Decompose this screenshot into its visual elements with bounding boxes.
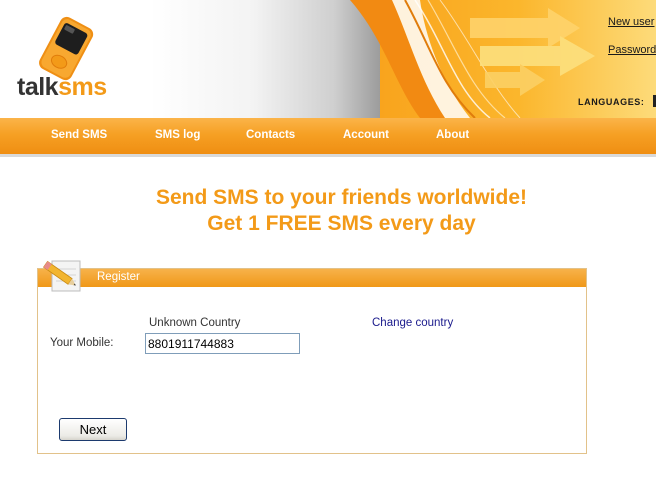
languages-label: LANGUAGES: xyxy=(578,97,645,107)
nav-contacts[interactable]: Contacts xyxy=(246,118,295,152)
brand-talk: talk xyxy=(17,73,59,101)
mobile-number-input[interactable] xyxy=(145,333,300,354)
pencil-notepad-icon xyxy=(42,260,81,292)
register-panel-header: Register xyxy=(38,269,586,287)
new-user-link[interactable]: New user xyxy=(608,16,654,28)
country-name: Unknown Country xyxy=(149,317,241,329)
main-nav: Send SMS SMS log Contacts Account About xyxy=(0,118,656,157)
mobile-label: Your Mobile: xyxy=(50,337,114,349)
headline-line-1: Send SMS to your friends worldwide! xyxy=(155,186,528,209)
nav-send-sms[interactable]: Send SMS xyxy=(51,118,107,152)
nav-account[interactable]: Account xyxy=(343,118,389,152)
nav-about[interactable]: About xyxy=(436,118,469,152)
nav-sms-log[interactable]: SMS log xyxy=(155,118,200,152)
headline-line-2: Get 1 FREE SMS every day xyxy=(207,212,476,235)
register-title: Register xyxy=(97,271,140,283)
password-link[interactable]: Password xyxy=(608,44,656,56)
brand-logo: talksms xyxy=(17,72,107,102)
change-country-link[interactable]: Change country xyxy=(372,317,453,329)
brand-sms: sms xyxy=(58,73,107,101)
next-button[interactable]: Next xyxy=(59,418,127,441)
headline: Send SMS to your friends worldwide! Get … xyxy=(0,185,656,237)
header: talksms New user Password LANGUAGES: xyxy=(0,0,656,118)
